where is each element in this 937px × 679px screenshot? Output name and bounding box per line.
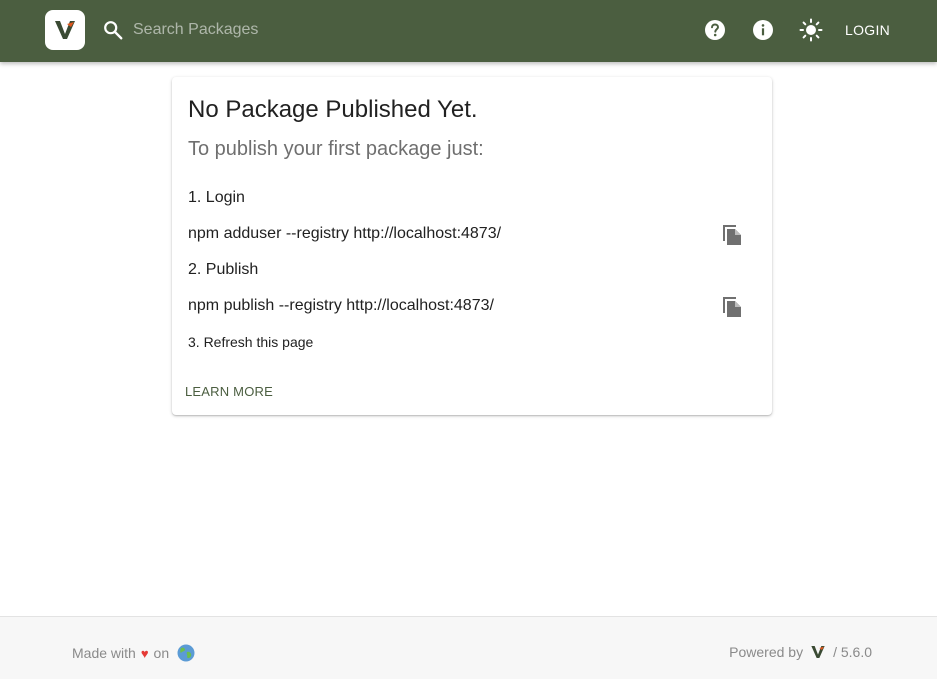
step-login: 1. Login (188, 189, 245, 206)
footer-made-with: Made with ♥ on (72, 644, 195, 662)
version-text: / 5.6.0 (833, 644, 872, 660)
help-icon[interactable] (703, 18, 727, 42)
home-logo-link[interactable] (45, 10, 85, 50)
footer-powered-by: Powered by / 5.6.0 (729, 644, 872, 660)
theme-toggle-sun-icon[interactable] (799, 18, 823, 42)
made-with-text: Made with (72, 645, 136, 661)
publish-command: npm publish --registry http://localhost:… (188, 297, 494, 314)
copy-icon (723, 225, 741, 245)
empty-state-card: No Package Published Yet. To publish you… (172, 77, 772, 415)
verdaccio-logo-icon (55, 21, 75, 39)
info-icon[interactable] (751, 18, 775, 42)
copy-icon (723, 297, 741, 317)
adduser-command: npm adduser --registry http://localhost:… (188, 225, 502, 242)
copy-publish-button[interactable] (719, 292, 745, 318)
powered-by-text: Powered by (729, 644, 804, 660)
verdaccio-logo-icon[interactable] (809, 644, 827, 660)
footer: Made with ♥ on Powered by / 5.6.0 (0, 616, 937, 679)
search-input[interactable] (133, 17, 453, 43)
top-app-bar: LOGIN (0, 0, 937, 62)
on-text: on (153, 645, 170, 661)
heart-icon: ♥ (140, 645, 149, 661)
copy-adduser-button[interactable] (719, 220, 745, 246)
earth-globe-icon[interactable] (177, 644, 195, 662)
step-refresh: 3. Refresh this page (188, 334, 314, 350)
step-publish: 2. Publish (188, 261, 259, 278)
card-subtitle: To publish your first package just: (188, 138, 484, 160)
search-icon (104, 21, 123, 40)
login-button[interactable]: LOGIN (836, 18, 899, 42)
card-title: No Package Published Yet. (188, 96, 478, 123)
learn-more-link[interactable]: LEARN MORE (185, 384, 273, 399)
